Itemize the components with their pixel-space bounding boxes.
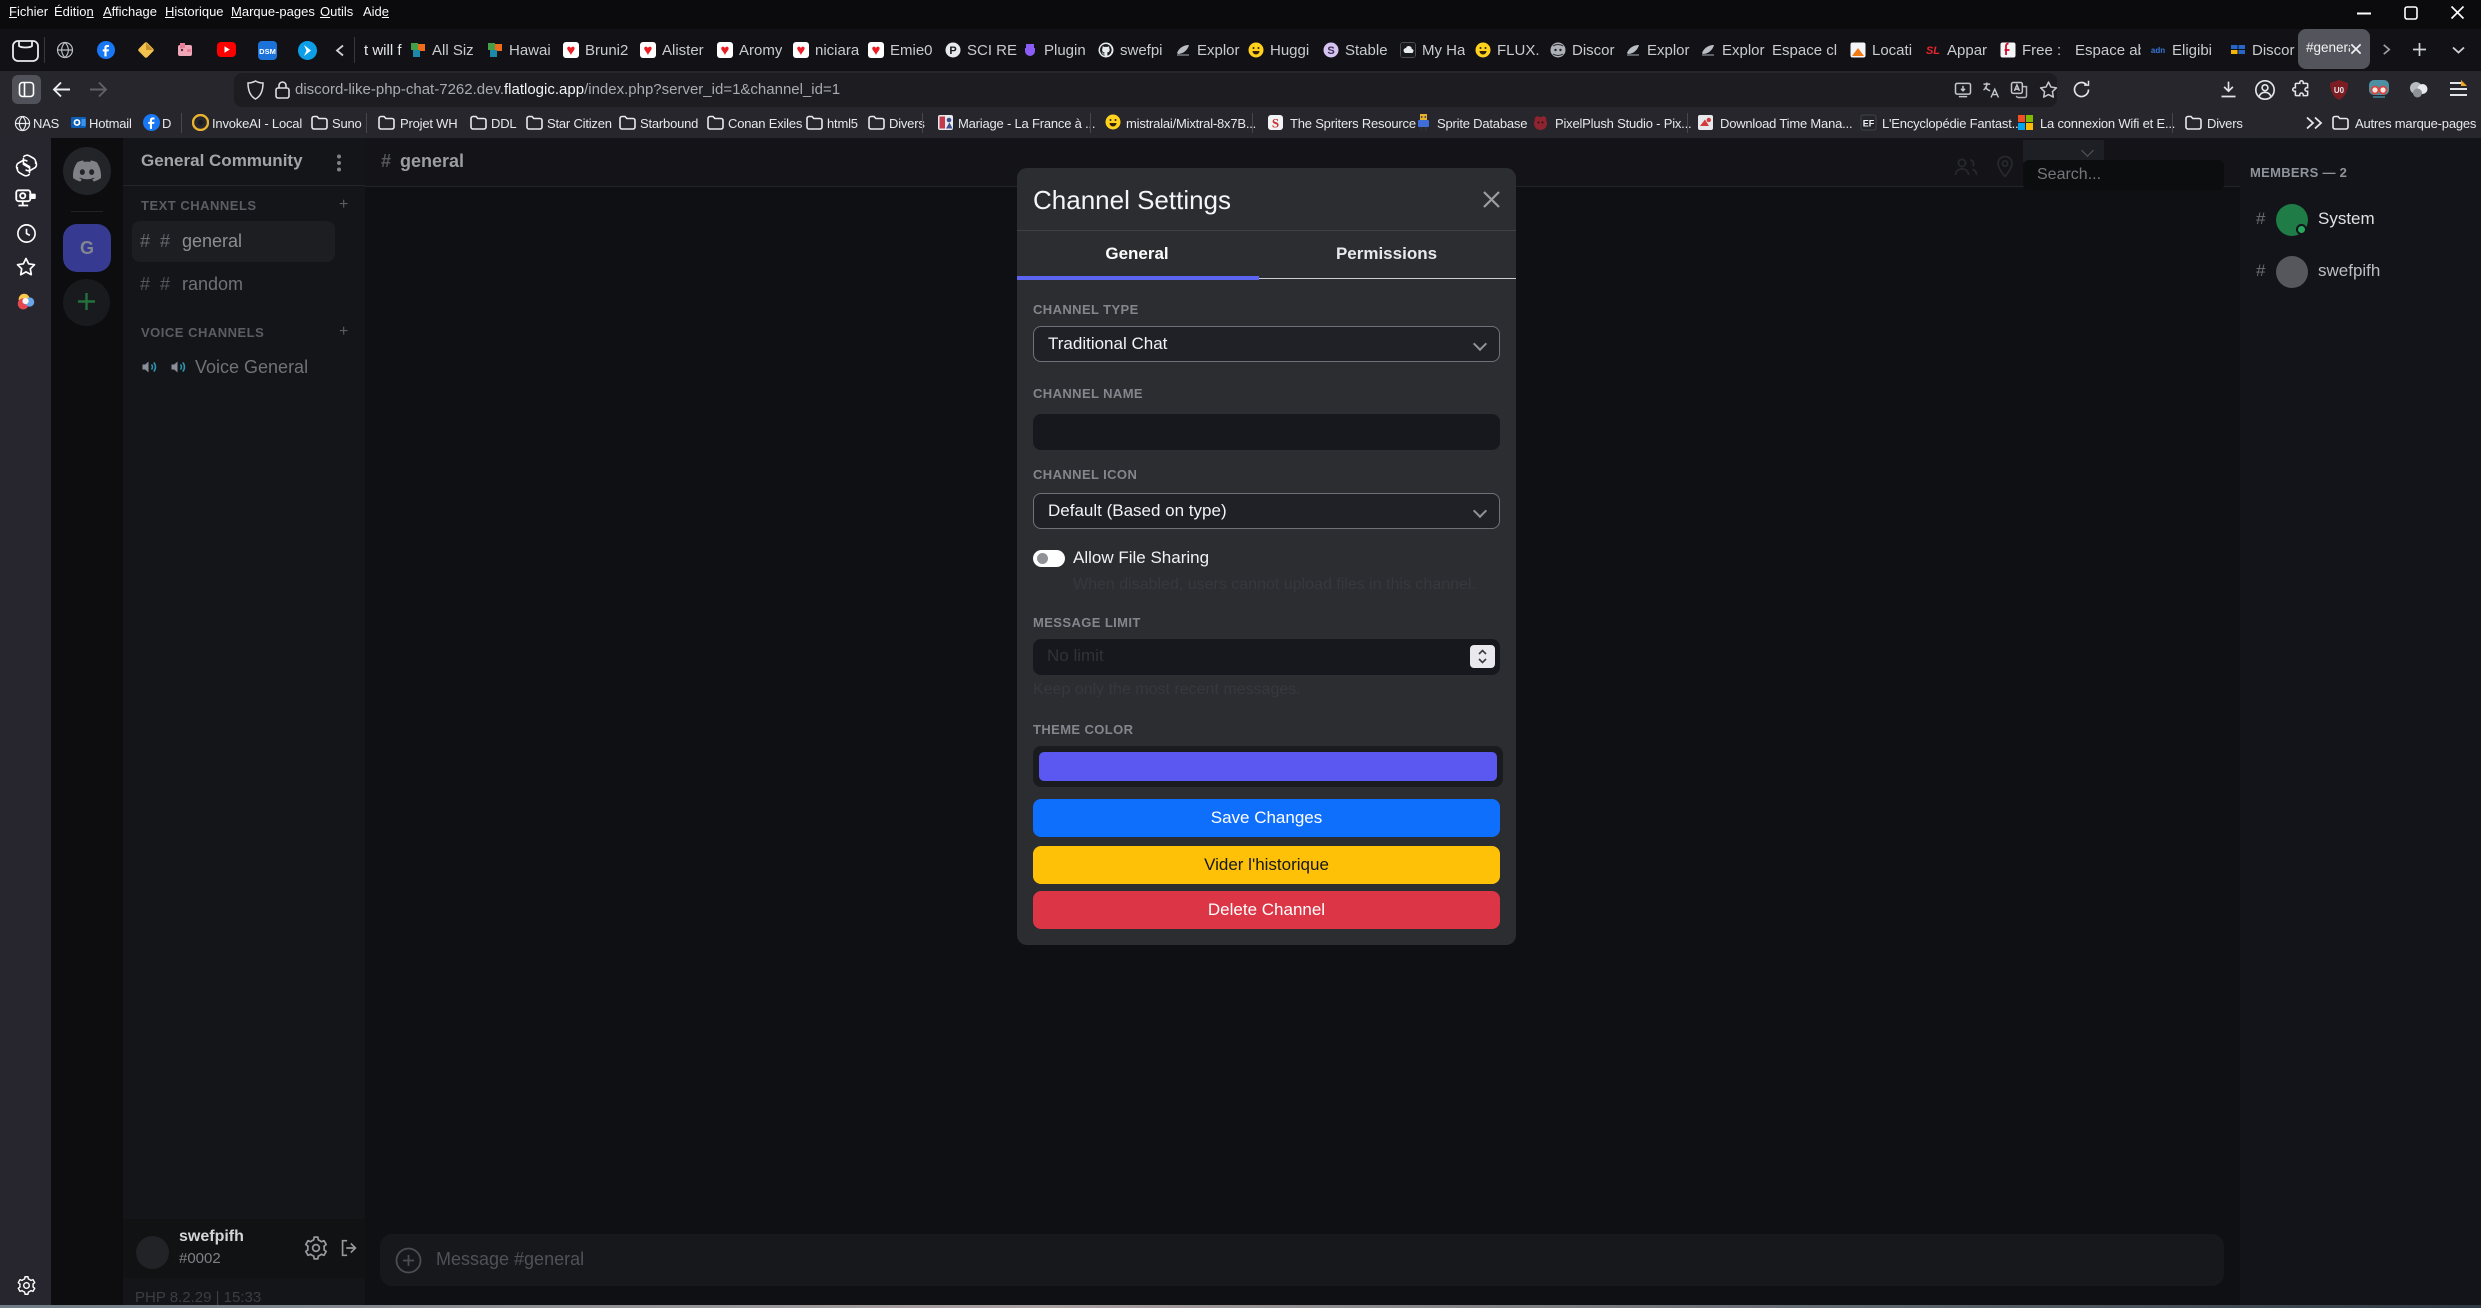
- svg-text:SL: SL: [1926, 45, 1940, 57]
- svg-text:adn: adn: [2151, 46, 2165, 55]
- svg-text:DSM: DSM: [259, 47, 276, 56]
- svg-text:S: S: [1327, 45, 1334, 57]
- svg-text:S: S: [1272, 116, 1279, 131]
- svg-text:EF: EF: [1863, 119, 1875, 129]
- svg-text:P: P: [949, 45, 956, 57]
- svg-text:U0: U0: [2334, 86, 2345, 95]
